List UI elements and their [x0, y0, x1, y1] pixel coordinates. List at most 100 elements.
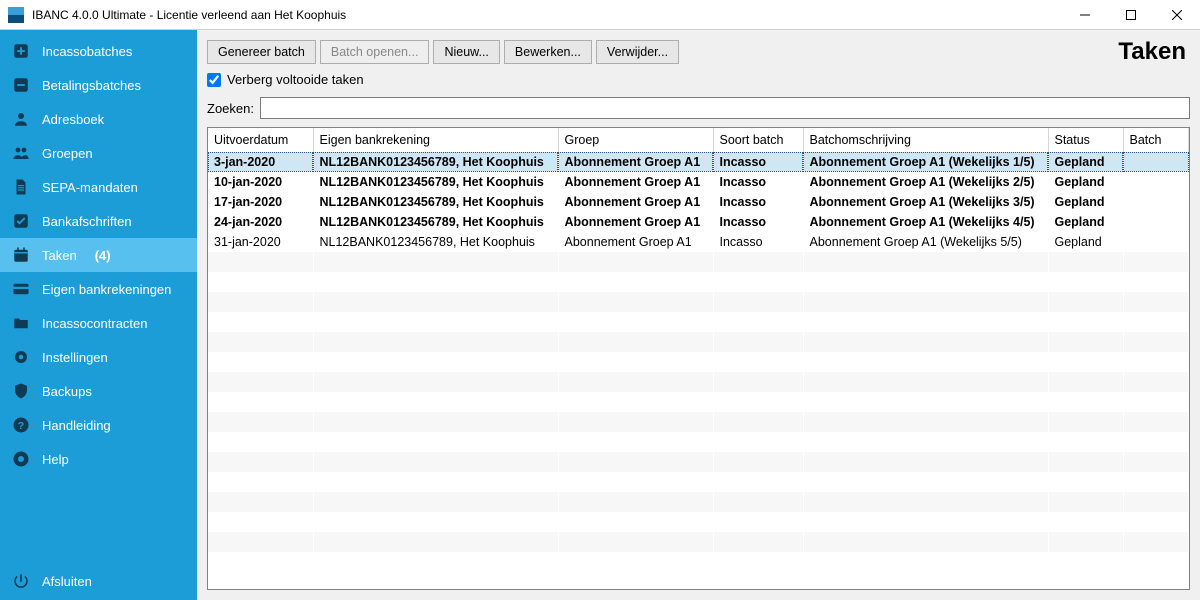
table-header-row: Uitvoerdatum Eigen bankrekening Groep So… — [208, 128, 1189, 152]
sidebar-exit-label: Afsluiten — [42, 574, 92, 589]
col-header-uitvoerdatum[interactable]: Uitvoerdatum — [208, 128, 313, 152]
tasks-table-wrap: Uitvoerdatum Eigen bankrekening Groep So… — [207, 127, 1190, 590]
help-icon: ? — [12, 416, 30, 434]
sidebar-item-label: Instellingen — [42, 350, 108, 365]
sidebar-item-label: Help — [42, 452, 69, 467]
cell-type: Incasso — [713, 212, 803, 232]
hide-completed-label[interactable]: Verberg voltooide taken — [227, 72, 364, 87]
col-header-eigen-bankrekening[interactable]: Eigen bankrekening — [313, 128, 558, 152]
sidebar-item-badge: (4) — [95, 248, 111, 263]
col-header-soort-batch[interactable]: Soort batch — [713, 128, 803, 152]
close-icon — [1172, 10, 1182, 20]
sidebar-item-label: Backups — [42, 384, 92, 399]
sidebar-item-eigen-bankrekeningen[interactable]: Eigen bankrekeningen — [0, 272, 197, 306]
plus-box-icon — [12, 42, 30, 60]
col-header-status[interactable]: Status — [1048, 128, 1123, 152]
table-row[interactable]: 3-jan-2020NL12BANK0123456789, Het Koophu… — [208, 152, 1189, 172]
table-row-empty — [208, 492, 1189, 512]
edit-button[interactable]: Bewerken... — [504, 40, 592, 64]
cell-desc: Abonnement Groep A1 (Wekelijks 1/5) — [803, 152, 1048, 172]
sidebar-item-label: Handleiding — [42, 418, 111, 433]
sidebar-item-taken[interactable]: Taken(4) — [0, 238, 197, 272]
sidebar-item-label: Bankafschriften — [42, 214, 132, 229]
sidebar-item-instellingen[interactable]: Instellingen — [0, 340, 197, 374]
person-icon — [12, 110, 30, 128]
col-header-batchomschrijving[interactable]: Batchomschrijving — [803, 128, 1048, 152]
minimize-button[interactable] — [1062, 0, 1108, 30]
card-icon — [12, 280, 30, 298]
sidebar-item-help[interactable]: Help — [0, 442, 197, 476]
sidebar-item-sepa-mandaten[interactable]: SEPA-mandaten — [0, 170, 197, 204]
maximize-button[interactable] — [1108, 0, 1154, 30]
cell-acct: NL12BANK0123456789, Het Koophuis — [313, 212, 558, 232]
cell-type: Incasso — [713, 152, 803, 172]
cell-group: Abonnement Groep A1 — [558, 172, 713, 192]
table-row-empty — [208, 272, 1189, 292]
main-panel: Genereer batch Batch openen... Nieuw... … — [197, 30, 1200, 600]
search-label: Zoeken: — [207, 101, 254, 116]
new-button[interactable]: Nieuw... — [433, 40, 499, 64]
table-row-empty — [208, 252, 1189, 272]
svg-text:?: ? — [18, 420, 24, 432]
table-row-empty — [208, 332, 1189, 352]
cell-desc: Abonnement Groep A1 (Wekelijks 2/5) — [803, 172, 1048, 192]
gear-icon — [12, 348, 30, 366]
generate-batch-button[interactable]: Genereer batch — [207, 40, 316, 64]
window-title: IBANC 4.0.0 Ultimate - Licentie verleend… — [32, 8, 346, 22]
sidebar-item-label: Incassocontracten — [42, 316, 148, 331]
close-button[interactable] — [1154, 0, 1200, 30]
table-row[interactable]: 24-jan-2020NL12BANK0123456789, Het Kooph… — [208, 212, 1189, 232]
page-title: Taken — [1118, 38, 1190, 66]
check-box-icon — [12, 212, 30, 230]
open-batch-button[interactable]: Batch openen... — [320, 40, 430, 64]
sidebar-item-handleiding[interactable]: ? Handleiding — [0, 408, 197, 442]
tasks-table: Uitvoerdatum Eigen bankrekening Groep So… — [208, 128, 1189, 552]
cell-desc: Abonnement Groep A1 (Wekelijks 4/5) — [803, 212, 1048, 232]
table-row-empty — [208, 472, 1189, 492]
col-header-batch[interactable]: Batch — [1123, 128, 1189, 152]
cell-type: Incasso — [713, 232, 803, 252]
sidebar-item-afsluiten[interactable]: Afsluiten — [0, 562, 197, 600]
search-row: Zoeken: — [207, 97, 1190, 119]
document-icon — [12, 178, 30, 196]
table-row-empty — [208, 432, 1189, 452]
calendar-icon — [12, 246, 30, 264]
sidebar-item-backups[interactable]: Backups — [0, 374, 197, 408]
table-row-empty — [208, 312, 1189, 332]
cell-acct: NL12BANK0123456789, Het Koophuis — [313, 172, 558, 192]
sidebar-item-groepen[interactable]: Groepen — [0, 136, 197, 170]
cell-date: 3-jan-2020 — [208, 152, 313, 172]
sidebar-item-adresboek[interactable]: Adresboek — [0, 102, 197, 136]
sidebar-item-bankafschriften[interactable]: Bankafschriften — [0, 204, 197, 238]
search-input[interactable] — [260, 97, 1190, 119]
sidebar-item-label: Eigen bankrekeningen — [42, 282, 171, 297]
hide-completed-checkbox[interactable] — [207, 73, 221, 87]
col-header-groep[interactable]: Groep — [558, 128, 713, 152]
sidebar: Incassobatches Betalingsbatches Adresboek G… — [0, 30, 197, 600]
cell-type: Incasso — [713, 192, 803, 212]
cell-status: Gepland — [1048, 172, 1123, 192]
table-row-empty — [208, 292, 1189, 312]
app-icon — [8, 7, 24, 23]
cell-group: Abonnement Groep A1 — [558, 192, 713, 212]
sidebar-item-incassocontracten[interactable]: Incassocontracten — [0, 306, 197, 340]
table-row[interactable]: 10-jan-2020NL12BANK0123456789, Het Kooph… — [208, 172, 1189, 192]
shield-icon — [12, 382, 30, 400]
cell-batch — [1123, 212, 1189, 232]
cell-date: 31-jan-2020 — [208, 232, 313, 252]
sidebar-item-incassobatches[interactable]: Incassobatches — [0, 34, 197, 68]
sidebar-item-betalingsbatches[interactable]: Betalingsbatches — [0, 68, 197, 102]
delete-button[interactable]: Verwijder... — [596, 40, 679, 64]
cell-batch — [1123, 232, 1189, 252]
sidebar-item-label: Groepen — [42, 146, 93, 161]
cell-group: Abonnement Groep A1 — [558, 212, 713, 232]
cell-date: 24-jan-2020 — [208, 212, 313, 232]
folder-icon — [12, 314, 30, 332]
table-row[interactable]: 17-jan-2020NL12BANK0123456789, Het Kooph… — [208, 192, 1189, 212]
table-row-empty — [208, 412, 1189, 432]
cell-acct: NL12BANK0123456789, Het Koophuis — [313, 152, 558, 172]
cell-group: Abonnement Groep A1 — [558, 152, 713, 172]
titlebar: IBANC 4.0.0 Ultimate - Licentie verleend… — [0, 0, 1200, 30]
table-row[interactable]: 31-jan-2020NL12BANK0123456789, Het Kooph… — [208, 232, 1189, 252]
sidebar-item-label: Betalingsbatches — [42, 78, 141, 93]
